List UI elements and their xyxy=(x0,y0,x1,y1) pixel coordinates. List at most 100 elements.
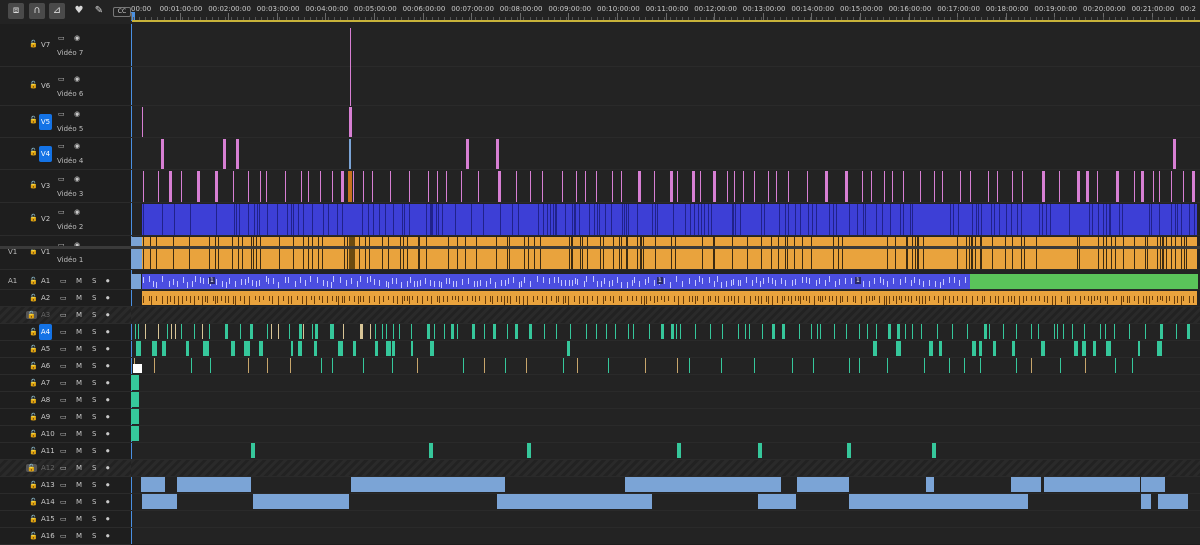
clip-edit[interactable] xyxy=(882,204,884,235)
audio-clip[interactable] xyxy=(782,324,786,339)
video-track-header-v5[interactable]: 🔓 V5 ▭ ◉ Vidéo 5 xyxy=(0,106,131,138)
clip-edit[interactable] xyxy=(143,237,144,269)
audio-wave[interactable] xyxy=(316,276,318,283)
clip-edit[interactable] xyxy=(1180,237,1182,269)
clip-edit[interactable] xyxy=(1114,237,1116,269)
audio-wave[interactable] xyxy=(1066,296,1068,304)
clip-edit[interactable] xyxy=(379,204,381,235)
audio-wave[interactable] xyxy=(714,281,716,288)
lock-icon[interactable]: 🔓 xyxy=(29,294,38,302)
audio-wave[interactable] xyxy=(148,296,150,301)
clip-edit[interactable] xyxy=(975,237,977,269)
audio-clip[interactable] xyxy=(1106,341,1112,356)
audio-clip[interactable] xyxy=(151,341,157,356)
clip-edit[interactable] xyxy=(241,237,243,269)
clip-edit[interactable] xyxy=(623,204,625,235)
audio-wave[interactable] xyxy=(1148,296,1150,304)
track-target-a3[interactable]: A3 xyxy=(41,311,50,319)
audio-clip[interactable] xyxy=(859,358,861,373)
audio-wave[interactable] xyxy=(409,296,411,305)
video-clip[interactable] xyxy=(478,171,480,202)
audio-wave[interactable] xyxy=(1168,296,1170,302)
audio-wave[interactable] xyxy=(358,296,360,304)
audio-wave[interactable] xyxy=(962,296,964,303)
clip-edit[interactable] xyxy=(828,204,830,235)
audio-track-header-a14[interactable]: 🔓 A14 ▭ M S ⏺ xyxy=(0,494,131,511)
audio-wave[interactable] xyxy=(494,281,496,288)
audio-wave[interactable] xyxy=(1069,296,1071,305)
audio-clip[interactable] xyxy=(201,324,203,339)
audio-wave[interactable] xyxy=(319,296,321,301)
audio-wave[interactable] xyxy=(195,276,197,283)
track-target-a13[interactable]: A13 xyxy=(41,481,55,489)
audio-wave[interactable] xyxy=(454,296,456,301)
audio-clip[interactable] xyxy=(392,341,396,356)
audio-wave[interactable] xyxy=(518,281,520,288)
audio-lane[interactable] xyxy=(131,375,1200,392)
video-clip[interactable] xyxy=(1159,171,1161,202)
audio-wave[interactable] xyxy=(664,296,666,302)
clip-edit[interactable] xyxy=(358,237,360,269)
clip-edit[interactable] xyxy=(923,237,925,269)
audio-wave[interactable] xyxy=(200,276,202,283)
video-clip[interactable] xyxy=(496,139,499,169)
solo-button[interactable]: S xyxy=(92,311,96,319)
audio-wave[interactable] xyxy=(964,276,966,283)
clip-edit[interactable] xyxy=(327,204,329,235)
audio-clip[interactable] xyxy=(131,375,139,390)
audio-wave[interactable] xyxy=(646,296,648,305)
audio-wave[interactable] xyxy=(479,296,481,302)
mute-button[interactable]: M xyxy=(76,328,82,336)
audio-wave[interactable] xyxy=(217,296,219,303)
audio-wave[interactable] xyxy=(838,279,840,286)
audio-track-header-a15[interactable]: 🔓 A15 ▭ M S ⏺ xyxy=(0,511,131,528)
clip-edit[interactable] xyxy=(588,204,590,235)
audio-wave[interactable] xyxy=(709,296,711,301)
audio-clip[interactable] xyxy=(748,324,750,339)
audio-wave[interactable] xyxy=(543,276,545,283)
audio-clip[interactable] xyxy=(386,324,388,339)
audio-wave[interactable] xyxy=(357,280,359,287)
clip-edit[interactable] xyxy=(707,204,709,235)
audio-wave[interactable] xyxy=(407,280,409,287)
audio-clip[interactable] xyxy=(333,324,335,339)
audio-clip[interactable] xyxy=(992,341,997,356)
audio-wave[interactable] xyxy=(768,277,770,284)
video-clip[interactable] xyxy=(596,171,598,202)
audio-wave[interactable] xyxy=(348,296,350,301)
audio-wave[interactable] xyxy=(263,296,265,301)
video-clip[interactable] xyxy=(1170,171,1172,202)
audio-wave[interactable] xyxy=(800,296,802,304)
clip-edit[interactable] xyxy=(1188,204,1190,235)
audio-wave[interactable] xyxy=(874,278,876,285)
clip-edit[interactable] xyxy=(1106,204,1108,235)
solo-button[interactable]: S xyxy=(92,413,96,421)
time-ruler[interactable]: 00:00 00:01:00:00 00:02:00:00 00:03:00:00 00… xyxy=(131,0,1200,25)
audio-track-header-a6[interactable]: 🔓 A6 ▭ M S ⏺ xyxy=(0,358,131,375)
clip-edit[interactable] xyxy=(1079,237,1081,269)
audio-wave[interactable] xyxy=(971,296,973,305)
audio-wave[interactable] xyxy=(806,277,808,284)
audio-wave[interactable] xyxy=(288,277,290,284)
audio-wave[interactable] xyxy=(156,281,158,288)
video-clip[interactable] xyxy=(960,171,962,202)
audio-clip[interactable] xyxy=(370,324,372,339)
audio-wave[interactable] xyxy=(396,296,398,305)
audio-wave[interactable] xyxy=(583,296,585,304)
audio-wave[interactable] xyxy=(1183,296,1185,301)
audio-wave[interactable] xyxy=(1054,296,1056,305)
audio-wave[interactable] xyxy=(1104,296,1106,301)
audio-clip[interactable] xyxy=(313,341,318,356)
audio-clip[interactable] xyxy=(896,341,901,356)
audio-clip[interactable] xyxy=(1113,324,1115,339)
audio-clip[interactable] xyxy=(411,324,413,339)
clip-edit[interactable] xyxy=(574,204,576,235)
video-clip[interactable] xyxy=(158,171,160,202)
audio-clip[interactable] xyxy=(1132,358,1133,373)
audio-wave[interactable] xyxy=(765,296,767,303)
clip-edit[interactable] xyxy=(972,237,974,269)
audio-clip[interactable] xyxy=(288,324,290,339)
audio-wave[interactable] xyxy=(202,296,204,305)
clip-edit[interactable] xyxy=(981,237,983,269)
video-track-header-v2[interactable]: 🔓 V2 ▭ ◉ Vidéo 2 xyxy=(0,203,131,236)
